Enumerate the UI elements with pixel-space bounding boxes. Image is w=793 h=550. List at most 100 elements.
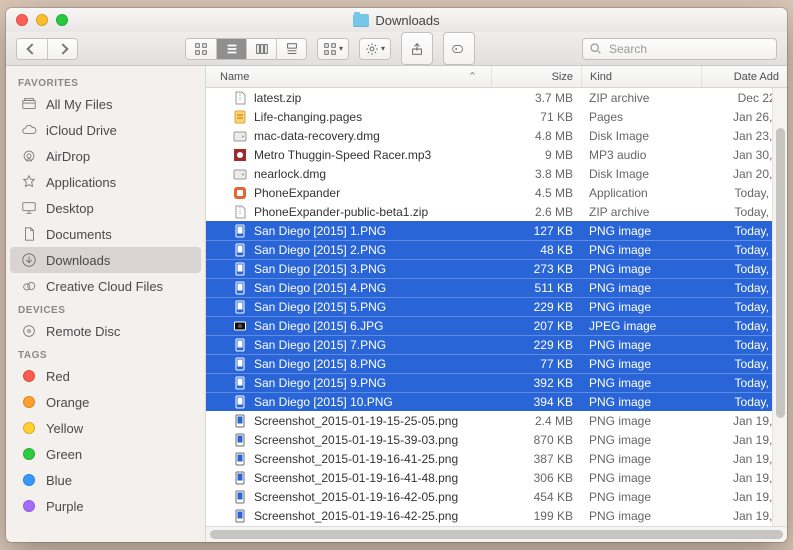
file-row[interactable]: Screenshot_2015-01-19-16-42-25.png199 KB… [206, 506, 787, 525]
file-name: latest.zip [254, 91, 301, 105]
file-name-cell: Screenshot_2015-01-19-16-41-25.png [208, 451, 491, 467]
list-view-button[interactable] [216, 39, 246, 59]
sidebar-item-label: iCloud Drive [46, 123, 117, 138]
file-row[interactable]: PhoneExpander-public-beta1.zip2.6 MBZIP … [206, 202, 787, 221]
action-button[interactable]: ▾ [360, 39, 390, 59]
tags-button[interactable] [443, 32, 475, 65]
file-name-cell: mac-data-recovery.dmg [208, 128, 491, 144]
sidebar[interactable]: Favorites All My FilesiCloud DriveAirDro… [6, 66, 206, 542]
icon-view-button[interactable] [186, 39, 216, 59]
vertical-scrollbar[interactable] [772, 88, 787, 526]
file-row[interactable]: Life-changing.pages71 KBPagesJan 26, : [206, 107, 787, 126]
column-header-name[interactable]: Name ⌃ [212, 70, 491, 83]
file-row[interactable]: Screenshot_2015-01-19-16-41-25.png387 KB… [206, 449, 787, 468]
search-input[interactable] [582, 38, 777, 60]
file-size: 207 KB [491, 319, 581, 333]
sidebar-item-all-my-files[interactable]: All My Files [10, 91, 201, 117]
file-row[interactable]: mac-data-recovery.dmg4.8 MBDisk ImageJan… [206, 126, 787, 145]
column-headers: Name ⌃ Size Kind Date Add [206, 66, 787, 88]
file-kind: ZIP archive [581, 91, 701, 105]
sidebar-item-yellow[interactable]: Yellow [10, 415, 201, 441]
file-row[interactable]: San Diego [2015] 10.PNG394 KBPNG imageTo… [206, 392, 787, 411]
file-row[interactable]: San Diego [2015] 4.PNG511 KBPNG imageTod… [206, 278, 787, 297]
column-view-button[interactable] [246, 39, 276, 59]
file-row[interactable]: Screenshot_2015-01-19-16-41-48.png306 KB… [206, 468, 787, 487]
file-row[interactable]: San Diego [2015] 7.PNG229 KBPNG imageTod… [206, 335, 787, 354]
zoom-button[interactable] [56, 14, 68, 26]
png-file-icon [232, 432, 248, 448]
vertical-scroll-thumb[interactable] [776, 128, 785, 418]
sidebar-item-airdrop[interactable]: AirDrop [10, 143, 201, 169]
file-row[interactable]: Metro Thuggin-Speed Racer.mp39 MBMP3 aud… [206, 145, 787, 164]
png-file-icon [232, 223, 248, 239]
file-name: San Diego [2015] 7.PNG [254, 338, 386, 352]
desktop-icon [20, 200, 38, 216]
file-row[interactable]: Screenshot_2015-01-19-15-39-03.png870 KB… [206, 430, 787, 449]
file-row[interactable]: San Diego [2015] 5.PNG229 KBPNG imageTod… [206, 297, 787, 316]
sidebar-item-desktop[interactable]: Desktop [10, 195, 201, 221]
file-kind: Disk Image [581, 167, 701, 181]
file-row[interactable]: San Diego [2015] 6.JPG207 KBJPEG imageTo… [206, 316, 787, 335]
arrange-button-group: ▾ [317, 38, 349, 60]
file-row[interactable]: PhoneExpander4.5 MBApplicationToday, 1 [206, 183, 787, 202]
file-row[interactable]: San Diego [2015] 2.PNG48 KBPNG imageToda… [206, 240, 787, 259]
file-kind: PNG image [581, 452, 701, 466]
all-my-files-icon [20, 96, 38, 112]
file-row[interactable]: Screenshot_2015-01-19-16-42-05.png454 KB… [206, 487, 787, 506]
sidebar-item-creative-cloud-files[interactable]: Creative Cloud Files [10, 273, 201, 299]
file-row[interactable]: San Diego [2015] 8.PNG77 KBPNG imageToda… [206, 354, 787, 373]
file-name-cell: PhoneExpander-public-beta1.zip [208, 204, 491, 220]
sidebar-item-green[interactable]: Green [10, 441, 201, 467]
tag-color-icon [20, 500, 38, 512]
file-name: San Diego [2015] 2.PNG [254, 243, 386, 257]
horizontal-scrollbar[interactable] [206, 526, 787, 542]
dmg-file-icon [232, 128, 248, 144]
file-row[interactable]: latest.zip3.7 MBZIP archiveDec 22, [206, 88, 787, 107]
view-mode-buttons [185, 38, 307, 60]
sidebar-item-label: Applications [46, 175, 116, 190]
sidebar-item-downloads[interactable]: Downloads [10, 247, 201, 273]
remote-disc-icon [20, 323, 38, 339]
share-button[interactable] [401, 32, 433, 65]
back-button[interactable] [17, 39, 47, 59]
file-row[interactable]: San Diego [2015] 9.PNG392 KBPNG imageTod… [206, 373, 787, 392]
horizontal-scroll-thumb[interactable] [210, 530, 783, 539]
gear-icon [365, 42, 379, 56]
file-name: Life-changing.pages [254, 110, 362, 124]
column-header-size[interactable]: Size [491, 66, 581, 87]
tag-edit-icon [452, 42, 466, 56]
column-header-kind[interactable]: Kind [581, 66, 701, 87]
sidebar-item-remote-disc[interactable]: Remote Disc [10, 318, 201, 344]
png-file-icon [232, 413, 248, 429]
file-name-cell: San Diego [2015] 3.PNG [208, 261, 491, 277]
file-name: mac-data-recovery.dmg [254, 129, 380, 143]
sidebar-item-orange[interactable]: Orange [10, 389, 201, 415]
close-button[interactable] [16, 14, 28, 26]
forward-button[interactable] [47, 39, 77, 59]
file-size: 229 KB [491, 300, 581, 314]
file-row[interactable]: nearlock.dmg3.8 MBDisk ImageJan 20, : [206, 164, 787, 183]
column-header-date[interactable]: Date Add [701, 66, 787, 87]
arrange-button[interactable]: ▾ [318, 39, 348, 59]
png-file-icon [232, 299, 248, 315]
file-name-cell: San Diego [2015] 2.PNG [208, 242, 491, 258]
sidebar-item-documents[interactable]: Documents [10, 221, 201, 247]
file-row[interactable]: Screenshot_2015-01-19-15-25-05.png2.4 MB… [206, 411, 787, 430]
file-name-cell: Metro Thuggin-Speed Racer.mp3 [208, 147, 491, 163]
sidebar-item-applications[interactable]: Applications [10, 169, 201, 195]
sidebar-item-blue[interactable]: Blue [10, 467, 201, 493]
minimize-button[interactable] [36, 14, 48, 26]
coverflow-view-button[interactable] [276, 39, 306, 59]
file-list[interactable]: latest.zip3.7 MBZIP archiveDec 22,Life-c… [206, 88, 787, 526]
sidebar-section-tags: Tags [6, 344, 205, 363]
file-size: 199 KB [491, 509, 581, 523]
file-row[interactable]: San Diego [2015] 3.PNG273 KBPNG imageTod… [206, 259, 787, 278]
sidebar-item-purple[interactable]: Purple [10, 493, 201, 519]
file-size: 3.7 MB [491, 91, 581, 105]
sidebar-item-label: Downloads [46, 253, 110, 268]
file-row[interactable]: San Diego [2015] 1.PNG127 KBPNG imageTod… [206, 221, 787, 240]
sidebar-item-red[interactable]: Red [10, 363, 201, 389]
png-file-icon [232, 356, 248, 372]
sidebar-item-label: Red [46, 369, 70, 384]
sidebar-item-icloud-drive[interactable]: iCloud Drive [10, 117, 201, 143]
